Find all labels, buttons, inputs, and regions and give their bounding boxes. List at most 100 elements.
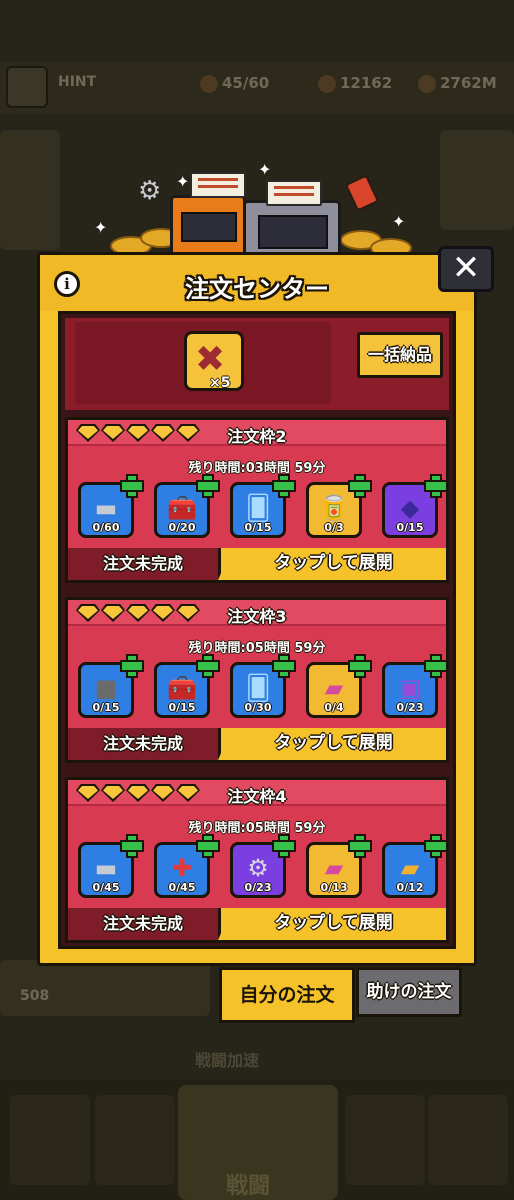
order-item[interactable]: ✚ 0/45 (154, 834, 220, 900)
close-button[interactable]: ✕ (438, 246, 494, 292)
add-icon[interactable] (120, 654, 144, 678)
add-icon[interactable] (348, 474, 372, 498)
add-icon[interactable] (272, 834, 296, 858)
order-item[interactable]: ▣ 0/23 (382, 654, 448, 720)
add-icon[interactable] (120, 474, 144, 498)
add-icon[interactable] (120, 834, 144, 858)
purple-chest-icon: ▣ (398, 674, 422, 702)
order-item[interactable]: ⚙ 0/23 (230, 834, 296, 900)
steel-ingot-icon: ▬ (94, 494, 118, 522)
steel-ingot-icon: ▬ (94, 854, 118, 882)
expand-button[interactable]: タップして展開 (218, 548, 446, 580)
sparkle-icon: ✦ (258, 160, 272, 179)
blue-card-icon: 🂠 (245, 674, 271, 702)
nav-tab[interactable] (10, 1095, 90, 1185)
order-card: 注文枠4 残り時間:05時間 59分 ▬ 0/45 ✚ 0/45 ⚙ 0/23 ▰ 0/… (65, 777, 449, 943)
side-panel (0, 130, 60, 250)
reward-slot: ✖ ×5 (75, 322, 331, 404)
add-icon[interactable] (424, 834, 448, 858)
order-items: ▬ 0/60 🧰 0/20 🂠 0/15 🥫 0/3 ◆ 0/15 (78, 474, 448, 540)
reward-multiplier: ×5 (209, 375, 231, 391)
item-count: 0/3 (324, 521, 344, 534)
order-footer: 注文未完成 タップして展開 (68, 548, 446, 580)
nav-tab-battle-label: 戦闘 (226, 1174, 271, 1199)
machine-decor-icon (170, 195, 246, 257)
nav-tab[interactable] (95, 1095, 175, 1185)
fuel-can-icon: 🥫 (319, 494, 349, 522)
coin-icon (318, 74, 336, 93)
order-header: 注文枠2 (68, 420, 446, 446)
modal-header: i 注文センター (40, 255, 474, 311)
order-status: 注文未完成 (68, 548, 218, 580)
order-item[interactable]: 🥫 0/3 (306, 474, 372, 540)
gem-counter: 2762M (418, 74, 497, 93)
gem-value: 2762M (440, 74, 497, 92)
item-count: 0/15 (92, 701, 120, 714)
tab-my-orders[interactable]: 自分の注文 (219, 967, 355, 1023)
order-item[interactable]: ▬ 0/60 (78, 474, 144, 540)
player-name: HINT (58, 74, 97, 90)
avatar (6, 66, 48, 108)
item-count: 0/23 (396, 701, 424, 714)
order-paper-icon (266, 180, 322, 206)
modal-title: 注文センター (185, 275, 329, 303)
purple-crystal-icon: ◆ (400, 494, 420, 522)
item-count: 0/15 (396, 521, 424, 534)
pink-chip-icon: ▰ (324, 674, 344, 702)
gem-icon (418, 74, 436, 93)
gear-decor-icon: ⚙ (138, 176, 162, 206)
order-center-modal: i 注文センター ✕ ✖ ×5 一括納品 注文枠2 残り時間:03時間 59分 (37, 246, 494, 966)
add-icon[interactable] (196, 474, 220, 498)
gear-icon: ⚙ (247, 854, 269, 882)
add-icon[interactable] (424, 654, 448, 678)
item-count: 0/45 (168, 881, 196, 894)
add-icon[interactable] (424, 474, 448, 498)
add-icon[interactable] (196, 654, 220, 678)
sparkle-icon: ✦ (392, 212, 406, 231)
expand-button[interactable]: タップして展開 (218, 908, 446, 940)
order-header: 注文枠4 (68, 780, 446, 806)
order-item[interactable]: ■ 0/15 (78, 654, 144, 720)
order-item[interactable]: ▰ 0/13 (306, 834, 372, 900)
stamina-icon (200, 74, 218, 93)
order-title: 注文枠4 (227, 787, 287, 806)
order-list: ✖ ×5 一括納品 注文枠2 残り時間:03時間 59分 ▬ 0/60 🧰 0/20… (58, 311, 456, 949)
nav-tab[interactable] (428, 1095, 508, 1185)
stamina-counter: 45/60 (200, 74, 269, 93)
order-item[interactable]: ▬ 0/45 (78, 834, 144, 900)
add-icon[interactable] (348, 834, 372, 858)
sparkle-icon: ✦ (176, 172, 190, 191)
order-item[interactable]: 🂠 0/30 (230, 654, 296, 720)
order-card: 注文枠3 残り時間:05時間 59分 ■ 0/15 🧰 0/15 🂠 0/30 ▰ 0/… (65, 597, 449, 763)
order-item[interactable]: 🧰 0/20 (154, 474, 220, 540)
order-title: 注文枠3 (227, 607, 287, 626)
coin-value: 12162 (340, 74, 393, 92)
add-icon[interactable] (196, 834, 220, 858)
order-item[interactable]: 🧰 0/15 (154, 654, 220, 720)
order-item[interactable]: ▰ 0/12 (382, 834, 448, 900)
order-footer: 注文未完成 タップして展開 (68, 728, 446, 760)
tab-help-orders[interactable]: 助けの注文 (356, 967, 462, 1017)
expand-button[interactable]: タップして展開 (218, 728, 446, 760)
bulk-deliver-button[interactable]: 一括納品 (357, 332, 443, 378)
machine-decor-icon (243, 200, 341, 260)
reward-panel: ✖ ×5 一括納品 (65, 318, 449, 410)
item-count: 0/13 (320, 881, 348, 894)
add-icon[interactable] (272, 474, 296, 498)
green-toolbox-icon: 🧰 (167, 674, 197, 702)
order-header: 注文枠3 (68, 600, 446, 626)
left-counter: 508 (20, 988, 50, 1004)
gold-bar-icon: ▰ (400, 854, 420, 882)
item-count: 0/20 (168, 521, 196, 534)
add-icon[interactable] (348, 654, 372, 678)
first-aid-kit-icon: ✚ (171, 854, 193, 882)
order-item[interactable]: ▰ 0/4 (306, 654, 372, 720)
order-item[interactable]: 🂠 0/15 (230, 474, 296, 540)
side-panel (440, 130, 514, 230)
add-icon[interactable] (272, 654, 296, 678)
order-item[interactable]: ◆ 0/15 (382, 474, 448, 540)
nav-tab[interactable] (345, 1095, 425, 1185)
order-footer: 注文未完成 タップして展開 (68, 908, 446, 940)
order-paper-icon (190, 172, 246, 198)
stamina-value: 45/60 (222, 74, 270, 92)
